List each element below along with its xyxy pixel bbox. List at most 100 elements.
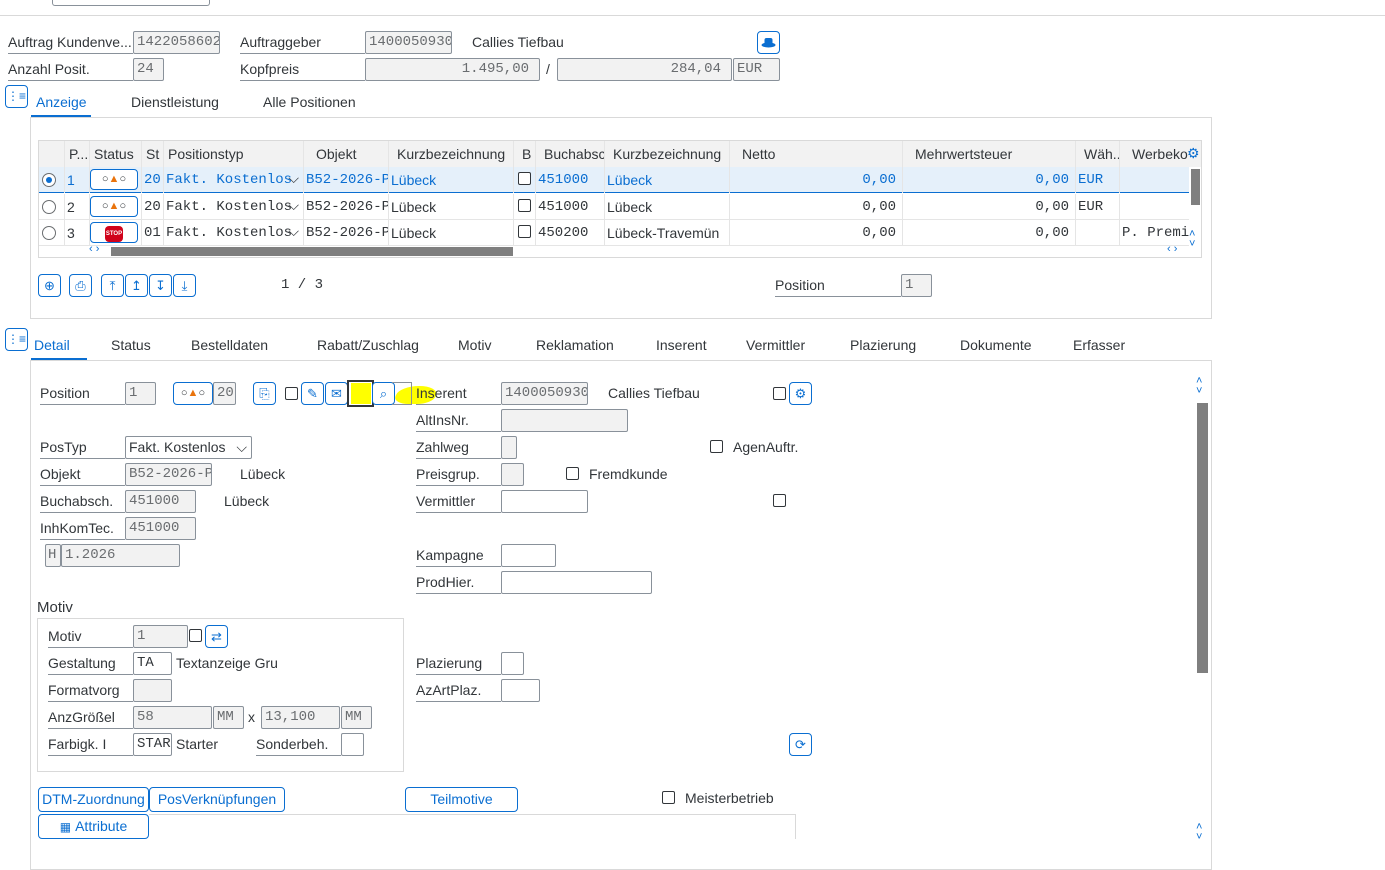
refresh-icon[interactable]: ⟳ xyxy=(789,733,812,756)
vermittler-checkbox[interactable] xyxy=(773,494,786,507)
next-page-icon[interactable]: ↧ xyxy=(149,274,172,297)
chevron-down-icon[interactable]: ⌵ xyxy=(236,437,247,458)
toolbar-position-field[interactable]: 1 xyxy=(901,274,932,297)
farbigk-field[interactable]: STAR xyxy=(133,733,172,756)
horizontal-scrollbar[interactable]: ‹ › ‹ › xyxy=(89,243,1181,257)
collapse-icon[interactable]: ⋮≡ xyxy=(5,85,28,108)
kampagne-field[interactable] xyxy=(501,544,556,567)
tab-status[interactable]: Status xyxy=(111,335,151,355)
unit2-field[interactable]: MM xyxy=(341,706,372,729)
tab-alle-positionen[interactable]: Alle Positionen xyxy=(263,92,356,112)
hat-icon[interactable] xyxy=(757,31,780,54)
buchabsch-field[interactable]: 451000 xyxy=(125,490,196,513)
detail-status-lights-icon[interactable]: ○▲○ xyxy=(173,382,213,405)
scroll-updown-icon[interactable]: ˄ ˅ xyxy=(1189,229,1195,250)
col-status[interactable]: Status xyxy=(90,141,142,167)
preisgrup-field[interactable] xyxy=(501,463,524,486)
detail-status-code[interactable]: 20 xyxy=(213,382,236,405)
motiv-edit-icon[interactable]: ⇄ xyxy=(205,625,228,648)
status-lights-icon[interactable]: ○▲○ xyxy=(90,196,138,217)
meisterbetrieb-checkbox[interactable] xyxy=(662,791,675,804)
chevron-down-icon[interactable]: ⌵ xyxy=(288,220,299,246)
col-waehrung[interactable]: Wäh... xyxy=(1076,141,1120,167)
prodhier-field[interactable] xyxy=(501,571,652,594)
fremdkunde-checkbox[interactable] xyxy=(566,467,579,480)
chevron-down-icon[interactable]: ⌵ xyxy=(288,194,299,220)
azart-field[interactable] xyxy=(501,679,540,702)
inserent-field[interactable]: 1400050930 xyxy=(501,382,588,405)
selected-cell-cursor[interactable] xyxy=(347,380,374,407)
kopfpreis-field-2[interactable]: 284,04 xyxy=(557,58,732,81)
row-radio[interactable] xyxy=(42,226,56,240)
unit1-field[interactable]: MM xyxy=(213,706,244,729)
stop-sign-icon[interactable]: STOP xyxy=(90,222,138,243)
dtm-zuordnung-button[interactable]: DTM-Zuordnung xyxy=(38,787,149,812)
agenauftr-checkbox[interactable] xyxy=(710,440,723,453)
row-selector[interactable] xyxy=(39,167,65,193)
col-werbeko[interactable]: Werbeko xyxy=(1120,141,1190,167)
period-field[interactable]: 1.2026 xyxy=(61,544,180,567)
mail-icon[interactable]: ✉ xyxy=(325,382,348,405)
row-checkbox[interactable] xyxy=(518,199,531,212)
posverknuepfungen-button[interactable]: PosVerknüpfungen xyxy=(149,787,285,812)
tab-motiv[interactable]: Motiv xyxy=(458,335,491,355)
detail-scroll-up-icon[interactable]: ˄ ˅ xyxy=(1196,376,1202,397)
formatvorg-field[interactable] xyxy=(133,679,172,702)
vertical-scroll-thumb[interactable] xyxy=(1191,169,1200,205)
tab-plazierung[interactable]: Plazierung xyxy=(850,335,916,355)
partner-settings-icon[interactable]: ⚙ xyxy=(789,382,812,405)
cell-status[interactable]: ○▲○ xyxy=(90,167,142,193)
detail-position-field[interactable]: 1 xyxy=(125,382,156,405)
tab-erfasser[interactable]: Erfasser xyxy=(1073,335,1125,355)
row-selector[interactable] xyxy=(39,220,65,246)
zahlweg-field[interactable] xyxy=(501,436,517,459)
status-lights-icon[interactable]: ○▲○ xyxy=(90,169,138,190)
inhkom-field[interactable]: 451000 xyxy=(125,517,196,540)
col-st[interactable]: St xyxy=(142,141,164,167)
cell-b[interactable] xyxy=(514,220,536,246)
vermittler-field[interactable] xyxy=(501,490,588,513)
inserent-checkbox[interactable] xyxy=(773,387,786,400)
tab-rabatt-zuschlag[interactable]: Rabatt/Zuschlag xyxy=(317,335,419,355)
tab-dienstleistung[interactable]: Dienstleistung xyxy=(131,92,219,112)
first-page-icon[interactable]: ⤒ xyxy=(101,274,124,297)
col-kurzbezeichnung[interactable]: Kurzbezeichnung xyxy=(389,141,514,167)
last-page-icon[interactable]: ⤓ xyxy=(173,274,196,297)
zoom-icon[interactable]: ⊕ xyxy=(38,274,61,297)
scroll-leftright-icon[interactable]: ‹ › xyxy=(89,243,99,255)
plazierung-field[interactable] xyxy=(501,652,524,675)
detail-scroll-thumb[interactable] xyxy=(1197,403,1208,673)
col-b[interactable]: B xyxy=(514,141,536,167)
chevron-down-icon[interactable]: ⌵ xyxy=(288,167,299,193)
row-checkbox[interactable] xyxy=(518,225,531,238)
detail-empty-input[interactable] xyxy=(392,382,412,405)
objekt-field[interactable]: B52-2026-P xyxy=(125,463,212,486)
tab-anzeige[interactable]: Anzeige xyxy=(36,92,87,112)
row-selector[interactable] xyxy=(39,194,65,220)
collapse-icon-2[interactable]: ⋮≡ xyxy=(5,328,28,351)
table-row[interactable]: 3 STOP 01 Fakt. Kostenlos ⌵ B52-2026-P Lü… xyxy=(39,220,1189,246)
cell-postyp[interactable]: Fakt. Kostenlos ⌵ xyxy=(164,220,304,246)
settings-gear-icon[interactable]: ⚙ xyxy=(1187,146,1201,160)
col-objekt[interactable]: Objekt xyxy=(304,141,389,167)
detail-scroll-down-icon[interactable]: ˄ ˅ xyxy=(1196,822,1202,843)
currency-field[interactable]: EUR xyxy=(733,58,780,81)
table-row[interactable]: 2 ○▲○ 20 Fakt. Kostenlos ⌵ B52-2026-P Lüb… xyxy=(39,194,1189,220)
col-buchabsc[interactable]: Buchabsc xyxy=(536,141,605,167)
document-edit-icon[interactable]: ⎘ xyxy=(253,382,276,405)
auftraggeber-field[interactable]: 1400050930 xyxy=(365,31,452,54)
vertical-scrollbar[interactable]: ˄ ˅ xyxy=(1189,167,1201,257)
scroll-leftright-icon-2[interactable]: ‹ › xyxy=(1167,243,1177,255)
top-input-stub[interactable] xyxy=(52,0,210,6)
row-checkbox[interactable] xyxy=(518,172,531,185)
cell-b[interactable] xyxy=(514,194,536,220)
table-row[interactable]: 1 ○▲○ 20 Fakt. Kostenlos ⌵ B52-2026-P Lüb… xyxy=(39,167,1189,193)
motiv-field[interactable]: 1 xyxy=(133,625,188,648)
cell-postyp[interactable]: Fakt. Kostenlos ⌵ xyxy=(164,194,304,220)
tab-reklamation[interactable]: Reklamation xyxy=(536,335,614,355)
altins-field[interactable] xyxy=(501,409,628,432)
postyp-dropdown[interactable]: Fakt. Kostenlos ⌵ xyxy=(125,436,252,459)
col-mehrwertsteuer[interactable]: Mehrwertsteuer xyxy=(903,141,1076,167)
motiv-checkbox[interactable] xyxy=(189,629,202,642)
h-field[interactable]: H xyxy=(45,544,61,567)
